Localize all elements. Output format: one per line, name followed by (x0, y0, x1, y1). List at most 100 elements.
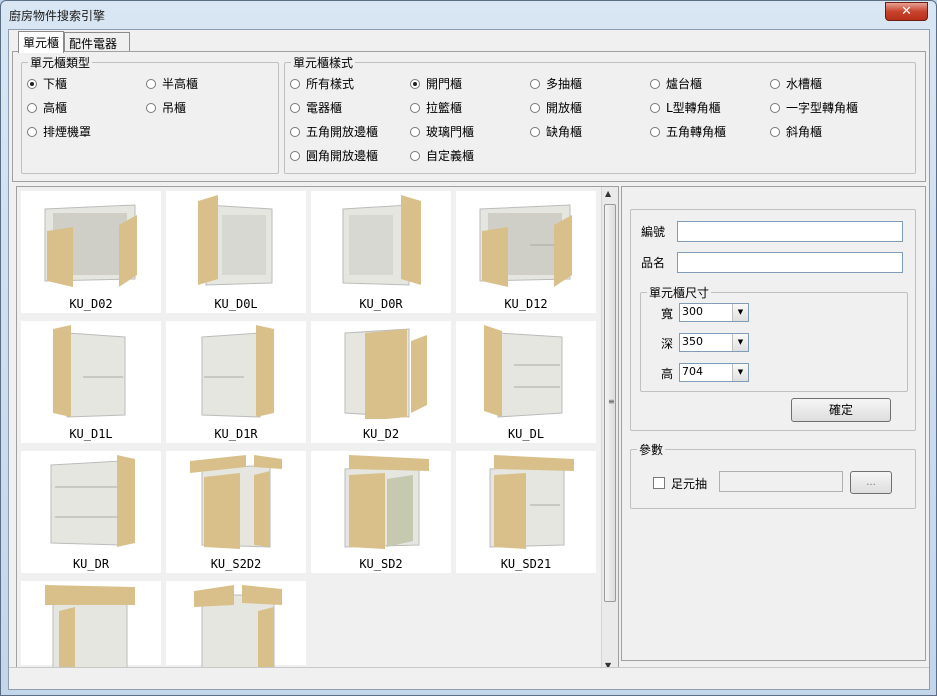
radio-circle-icon[interactable] (530, 126, 540, 137)
cabinet-preview-icon (198, 195, 273, 286)
radio-circle-icon[interactable] (650, 78, 660, 89)
style-radio-8[interactable]: L型轉角櫃 (650, 99, 721, 116)
cabinet-preview-icon (201, 325, 274, 418)
browse-button[interactable]: ... (850, 471, 892, 494)
height-value: 704 (682, 365, 703, 378)
client-area: 單元櫃 配件電器 單元櫃類型 下櫃 半高櫃 高櫃 吊櫃 排煙機罩 單元櫃樣式 所有樣式開… (8, 29, 930, 690)
type-radio-label: 排煙機罩 (43, 125, 92, 139)
cabinet-item[interactable]: KU_DL (456, 321, 596, 443)
cabinet-preview-icon (484, 325, 563, 418)
code-input[interactable] (677, 221, 903, 242)
cabinet-item[interactable] (166, 581, 306, 672)
tab-cabinet[interactable]: 單元櫃 (18, 31, 64, 53)
radio-circle-icon[interactable] (146, 102, 156, 113)
type-radio-3[interactable]: 吊櫃 (146, 99, 186, 116)
radio-circle-icon[interactable] (410, 102, 420, 113)
style-radio-7[interactable]: 開放櫃 (530, 99, 582, 116)
cabinet-code-label: KU_S2D2 (210, 557, 262, 571)
cabinet-item[interactable]: KU_S2D2 (166, 451, 306, 573)
radio-circle-icon[interactable] (290, 150, 300, 161)
foot-drawer-checkbox[interactable] (653, 477, 665, 489)
radio-circle-icon[interactable] (290, 126, 300, 137)
style-radio-5[interactable]: 電器櫃 (290, 99, 342, 116)
scroll-up-arrow-icon[interactable]: ▲ (605, 189, 611, 198)
cabinet-item[interactable]: KU_SD2 (311, 451, 451, 573)
style-radio-0[interactable]: 所有樣式 (290, 75, 354, 92)
style-radio-3[interactable]: 爐台櫃 (650, 75, 702, 92)
cabinet-item[interactable]: KU_D2 (311, 321, 451, 443)
style-radio-13[interactable]: 五角轉角櫃 (650, 123, 726, 140)
tab-accessories[interactable]: 配件電器 (64, 32, 130, 52)
gallery-scrollbar[interactable]: ▲ ≡ ▼ (601, 187, 618, 672)
radio-circle-icon[interactable] (770, 78, 780, 89)
cabinet-preview-icon (342, 195, 421, 286)
style-radio-14[interactable]: 斜角櫃 (770, 123, 822, 140)
depth-label: 深 (661, 337, 674, 351)
radio-circle-icon[interactable] (27, 102, 37, 113)
radio-circle-icon[interactable] (410, 150, 420, 161)
cabinet-item[interactable]: KU_D1L (21, 321, 161, 443)
chevron-down-icon[interactable]: ▼ (732, 364, 748, 381)
cabinet-item[interactable]: KU_D02 (21, 191, 161, 313)
cabinet-image (39, 455, 143, 549)
cabinet-item[interactable]: KU_D0R (311, 191, 451, 313)
style-radio-15[interactable]: 圓角開放邊櫃 (290, 147, 378, 164)
type-radio-4[interactable]: 排煙機罩 (27, 123, 91, 140)
name-input[interactable] (677, 252, 903, 273)
cabinet-code-label: KU_D0R (359, 297, 403, 311)
cabinet-image (474, 325, 578, 419)
radio-circle-icon[interactable] (146, 78, 156, 89)
style-radio-16[interactable]: 自定義櫃 (410, 147, 474, 164)
cabinet-style-legend: 單元櫃樣式 (293, 56, 354, 70)
radio-circle-icon[interactable] (27, 126, 37, 137)
chevron-down-icon[interactable]: ▼ (732, 304, 748, 321)
radio-circle-icon[interactable] (770, 102, 780, 113)
chevron-down-icon[interactable]: ▼ (732, 334, 748, 351)
cabinet-item[interactable]: KU_D0L (166, 191, 306, 313)
close-button[interactable]: ✕ (885, 2, 928, 21)
type-radio-0[interactable]: 下櫃 (27, 75, 67, 92)
style-radio-9[interactable]: 一字型轉角櫃 (770, 99, 858, 116)
radio-circle-icon[interactable] (410, 78, 420, 89)
type-radio-2[interactable]: 高櫃 (27, 99, 67, 116)
style-radio-label: 多抽櫃 (546, 77, 583, 91)
scroll-thumb[interactable]: ≡ (604, 204, 616, 602)
radio-circle-icon[interactable] (650, 102, 660, 113)
depth-select[interactable]: 350 ▼ (679, 333, 749, 352)
cabinet-item[interactable]: KU_D1R (166, 321, 306, 443)
style-radio-label: 五角開放邊櫃 (306, 125, 379, 139)
type-radio-1[interactable]: 半高櫃 (146, 75, 198, 92)
style-radio-1[interactable]: 開門櫃 (410, 75, 462, 92)
type-radio-label: 吊櫃 (162, 101, 187, 115)
cabinet-item[interactable]: KU_DR (21, 451, 161, 573)
code-label: 編號 (641, 225, 666, 239)
confirm-button[interactable]: 確定 (791, 398, 891, 422)
cabinet-item[interactable]: KU_D12 (456, 191, 596, 313)
radio-circle-icon[interactable] (530, 102, 540, 113)
width-select[interactable]: 300 ▼ (679, 303, 749, 322)
radio-circle-icon[interactable] (27, 78, 37, 89)
status-bar (9, 667, 929, 689)
cabinet-image (39, 195, 143, 289)
radio-circle-icon[interactable] (530, 78, 540, 89)
style-radio-2[interactable]: 多抽櫃 (530, 75, 582, 92)
title-bar[interactable]: 廚房物件搜索引擎 ✕ (1, 1, 936, 29)
style-radio-10[interactable]: 五角開放邊櫃 (290, 123, 378, 140)
cabinet-preview-icon (344, 328, 427, 421)
radio-circle-icon[interactable] (650, 126, 660, 137)
style-radio-4[interactable]: 水槽櫃 (770, 75, 822, 92)
radio-circle-icon[interactable] (290, 102, 300, 113)
radio-circle-icon[interactable] (770, 126, 780, 137)
cabinet-preview-icon (344, 455, 429, 549)
style-radio-12[interactable]: 缺角櫃 (530, 123, 582, 140)
height-select[interactable]: 704 ▼ (679, 363, 749, 382)
cabinet-code-label: KU_DL (507, 427, 545, 441)
radio-circle-icon[interactable] (290, 78, 300, 89)
style-radio-11[interactable]: 玻璃門櫃 (410, 123, 474, 140)
radio-circle-icon[interactable] (410, 126, 420, 137)
foot-drawer-input[interactable] (719, 471, 843, 492)
cabinet-item[interactable]: KU_SD21 (456, 451, 596, 573)
cabinet-item[interactable] (21, 581, 161, 672)
cabinet-code-label: KU_D1L (69, 427, 113, 441)
style-radio-6[interactable]: 拉籃櫃 (410, 99, 462, 116)
